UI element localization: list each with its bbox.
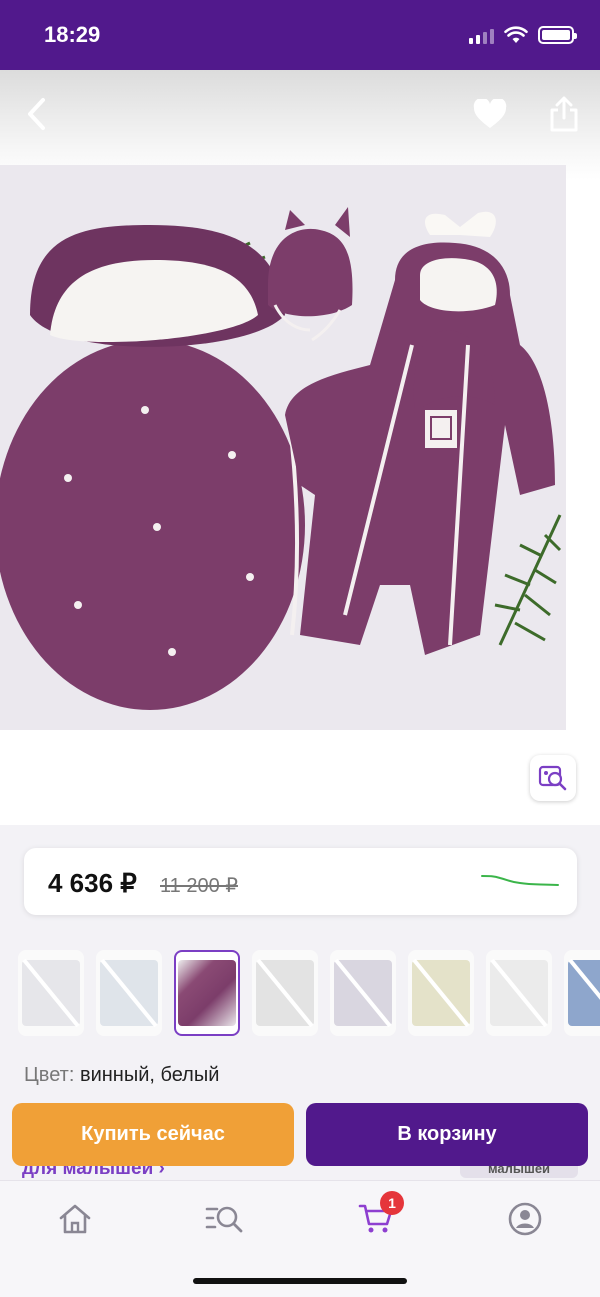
- favorite-button[interactable]: [468, 92, 512, 136]
- chevron-left-icon: [28, 98, 45, 130]
- cellular-signal-icon: [469, 28, 494, 44]
- status-icons: [469, 26, 577, 44]
- back-button[interactable]: [14, 92, 58, 136]
- buy-now-button[interactable]: Купить сейчас: [12, 1103, 294, 1166]
- profile-icon: [508, 1202, 542, 1236]
- color-row: Цвет: винный, белый: [24, 1064, 219, 1087]
- thumbnail[interactable]: [96, 950, 162, 1036]
- image-search-icon: [538, 765, 567, 791]
- home-indicator: [193, 1278, 407, 1284]
- tab-cart[interactable]: 1: [356, 1191, 404, 1239]
- cart-badge: 1: [380, 1191, 404, 1215]
- status-time: 18:29: [44, 22, 101, 47]
- battery-icon: [538, 26, 577, 44]
- tab-catalog[interactable]: [205, 1199, 245, 1239]
- product-image: [0, 165, 566, 730]
- thumbnail[interactable]: [486, 950, 552, 1036]
- visual-search-button[interactable]: [530, 755, 576, 801]
- price-card[interactable]: 4 636 ₽ 11 200 ₽: [24, 848, 577, 915]
- thumbnail[interactable]: [18, 950, 84, 1036]
- share-button[interactable]: [542, 92, 586, 136]
- heart-icon: [473, 99, 507, 128]
- color-label: Цвет:: [24, 1064, 75, 1086]
- current-price: 4 636 ₽: [48, 868, 137, 898]
- tab-profile[interactable]: [505, 1199, 545, 1239]
- thumbnail-strip[interactable]: [18, 950, 600, 1040]
- product-photo[interactable]: [0, 165, 566, 730]
- product-gallery[interactable]: [0, 70, 600, 825]
- wifi-icon: [504, 26, 528, 43]
- thumbnail[interactable]: [564, 950, 600, 1036]
- old-price: 11 200 ₽: [160, 875, 238, 897]
- thumbnail-selected[interactable]: [174, 950, 240, 1036]
- thumbnail[interactable]: [330, 950, 396, 1036]
- thumbnail[interactable]: [408, 950, 474, 1036]
- thumbnail[interactable]: [252, 950, 318, 1036]
- catalog-search-icon: [205, 1206, 243, 1233]
- tab-home[interactable]: [55, 1199, 95, 1239]
- add-to-cart-button[interactable]: В корзину: [306, 1103, 588, 1166]
- price-trend-chart: [481, 875, 559, 886]
- home-icon: [59, 1204, 91, 1234]
- share-icon: [550, 96, 578, 132]
- status-bar: 18:29: [0, 0, 600, 70]
- color-value: винный, белый: [79, 1064, 220, 1086]
